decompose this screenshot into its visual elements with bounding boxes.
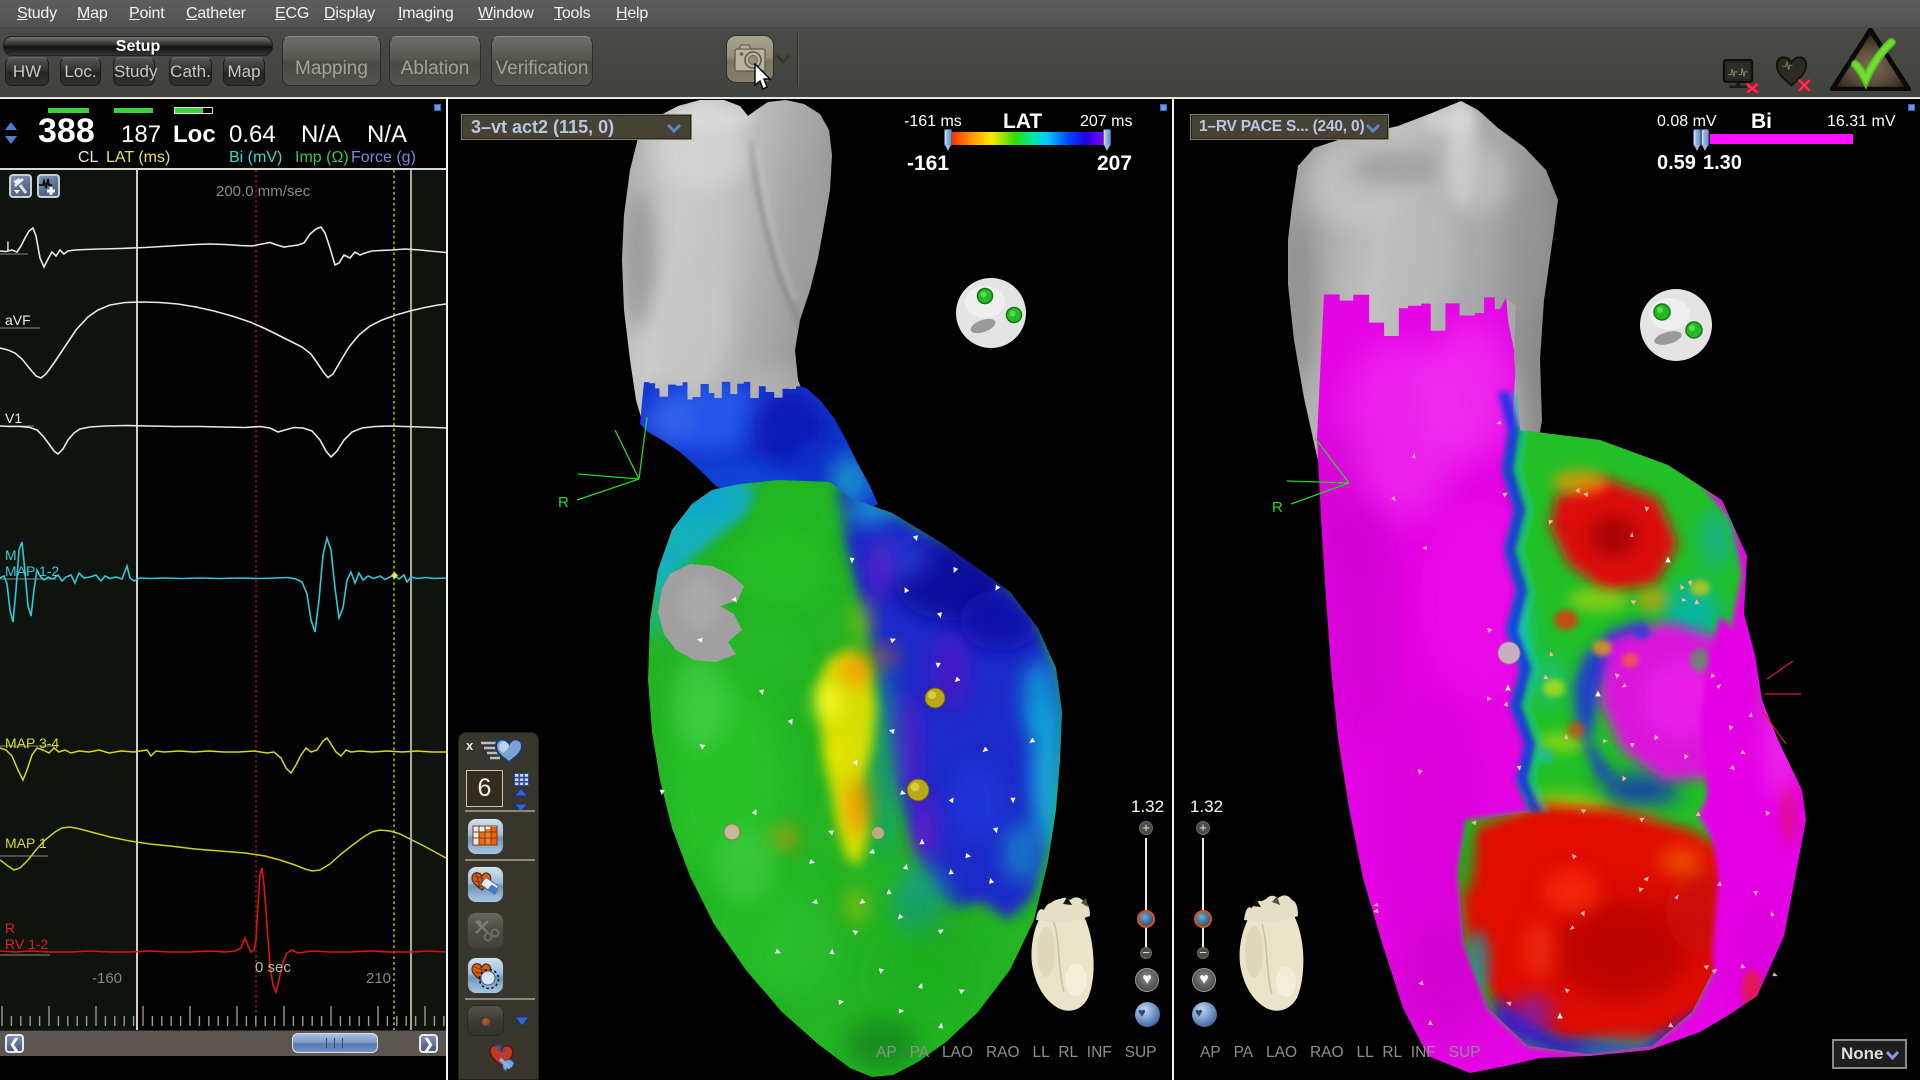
svg-text:R: R bbox=[1272, 499, 1283, 516]
svg-text:R: R bbox=[558, 494, 569, 511]
